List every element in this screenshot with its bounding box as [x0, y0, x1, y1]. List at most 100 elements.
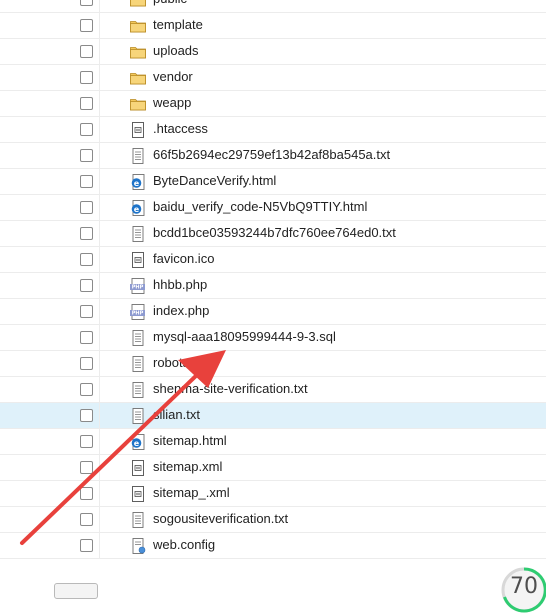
row-checkbox[interactable] — [80, 435, 93, 448]
web-config-icon — [129, 537, 147, 555]
text-file-icon — [129, 355, 147, 373]
file-row[interactable]: e sitemap.html — [0, 429, 546, 455]
php-file-icon: PHP — [129, 277, 147, 295]
column-divider — [99, 403, 100, 428]
file-name[interactable]: mysql-aaa18095999444-9-3.sql — [153, 329, 336, 344]
column-divider — [99, 221, 100, 246]
file-row[interactable]: public — [0, 0, 546, 13]
row-checkbox[interactable] — [80, 279, 93, 292]
html-file-icon: e — [129, 433, 147, 451]
svg-text:e: e — [134, 439, 140, 448]
file-name[interactable]: sitemap.xml — [153, 459, 222, 474]
file-row[interactable]: bcdd1bce03593244b7dfc760ee764ed0.txt — [0, 221, 546, 247]
row-checkbox[interactable] — [80, 461, 93, 474]
column-divider — [99, 117, 100, 142]
row-checkbox[interactable] — [80, 201, 93, 214]
file-row[interactable]: sitemap.xml — [0, 455, 546, 481]
row-checkbox[interactable] — [80, 123, 93, 136]
column-divider — [99, 143, 100, 168]
row-checkbox[interactable] — [80, 71, 93, 84]
file-row[interactable]: sogousiteverification.txt — [0, 507, 546, 533]
file-row[interactable]: sitemap_.xml — [0, 481, 546, 507]
file-name[interactable]: favicon.ico — [153, 251, 214, 266]
file-row[interactable]: shenma-site-verification.txt — [0, 377, 546, 403]
row-checkbox[interactable] — [80, 487, 93, 500]
folder-icon — [129, 69, 147, 87]
file-name[interactable]: silian.txt — [153, 407, 200, 422]
row-checkbox[interactable] — [80, 19, 93, 32]
svg-text:PHP: PHP — [132, 285, 144, 291]
folder-icon — [129, 0, 147, 9]
row-checkbox[interactable] — [80, 97, 93, 110]
folder-icon — [129, 43, 147, 61]
row-checkbox[interactable] — [80, 305, 93, 318]
file-name[interactable]: robots.txt — [153, 355, 206, 370]
text-file-icon — [129, 511, 147, 529]
row-checkbox[interactable] — [80, 45, 93, 58]
file-name[interactable]: vendor — [153, 69, 193, 84]
column-divider — [99, 247, 100, 272]
row-checkbox[interactable] — [80, 331, 93, 344]
row-checkbox[interactable] — [80, 513, 93, 526]
file-row[interactable]: mysql-aaa18095999444-9-3.sql — [0, 325, 546, 351]
file-row[interactable]: 66f5b2694ec29759ef13b42af8ba545a.txt — [0, 143, 546, 169]
config-file-icon — [129, 121, 147, 139]
file-row[interactable]: PHP hhbb.php — [0, 273, 546, 299]
file-row[interactable]: vendor — [0, 65, 546, 91]
file-name[interactable]: sitemap_.xml — [153, 485, 230, 500]
column-divider — [99, 91, 100, 116]
file-row[interactable]: web.config — [0, 533, 546, 559]
file-name[interactable]: web.config — [153, 537, 215, 552]
file-name[interactable]: hhbb.php — [153, 277, 207, 292]
column-divider — [99, 169, 100, 194]
bottom-button[interactable] — [54, 583, 98, 599]
row-checkbox[interactable] — [80, 357, 93, 370]
file-name[interactable]: ByteDanceVerify.html — [153, 173, 276, 188]
html-file-icon: e — [129, 173, 147, 191]
file-name[interactable]: bcdd1bce03593244b7dfc760ee764ed0.txt — [153, 225, 396, 240]
column-divider — [99, 195, 100, 220]
file-name[interactable]: sogousiteverification.txt — [153, 511, 288, 526]
file-list: public template uploads vendor weapp .htacces… — [0, 0, 546, 559]
file-row[interactable]: uploads — [0, 39, 546, 65]
file-row[interactable]: robots.txt — [0, 351, 546, 377]
column-divider — [99, 455, 100, 480]
php-file-icon: PHP — [129, 303, 147, 321]
row-checkbox[interactable] — [80, 0, 93, 6]
row-checkbox[interactable] — [80, 149, 93, 162]
file-row[interactable]: favicon.ico — [0, 247, 546, 273]
svg-text:PHP: PHP — [132, 311, 144, 317]
row-checkbox[interactable] — [80, 253, 93, 266]
column-divider — [99, 65, 100, 90]
column-divider — [99, 325, 100, 350]
file-name[interactable]: baidu_verify_code-N5VbQ9TTIY.html — [153, 199, 367, 214]
config-file-icon — [129, 459, 147, 477]
file-name[interactable]: weapp — [153, 95, 191, 110]
row-checkbox[interactable] — [80, 383, 93, 396]
text-file-icon — [129, 381, 147, 399]
file-name[interactable]: shenma-site-verification.txt — [153, 381, 308, 396]
file-name[interactable]: index.php — [153, 303, 209, 318]
file-name[interactable]: 66f5b2694ec29759ef13b42af8ba545a.txt — [153, 147, 390, 162]
file-name[interactable]: public — [153, 0, 187, 6]
file-row[interactable]: e baidu_verify_code-N5VbQ9TTIY.html — [0, 195, 546, 221]
column-divider — [99, 299, 100, 324]
score-value: 70 — [510, 574, 538, 599]
svg-text:e: e — [134, 179, 140, 188]
file-name[interactable]: sitemap.html — [153, 433, 227, 448]
row-checkbox[interactable] — [80, 175, 93, 188]
row-checkbox[interactable] — [80, 409, 93, 422]
file-row[interactable]: weapp — [0, 91, 546, 117]
file-name[interactable]: .htaccess — [153, 121, 208, 136]
file-row[interactable]: silian.txt — [0, 403, 546, 429]
row-checkbox[interactable] — [80, 227, 93, 240]
file-name[interactable]: template — [153, 17, 203, 32]
column-divider — [99, 507, 100, 532]
file-row[interactable]: .htaccess — [0, 117, 546, 143]
file-row[interactable]: PHP index.php — [0, 299, 546, 325]
file-row[interactable]: template — [0, 13, 546, 39]
file-name[interactable]: uploads — [153, 43, 199, 58]
file-row[interactable]: e ByteDanceVerify.html — [0, 169, 546, 195]
row-checkbox[interactable] — [80, 539, 93, 552]
text-file-icon — [129, 225, 147, 243]
